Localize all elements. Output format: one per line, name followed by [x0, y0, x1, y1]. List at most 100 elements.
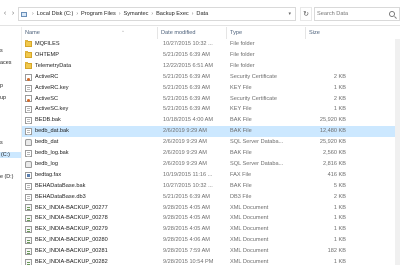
file-size: 1 KB: [333, 106, 346, 113]
chevron-right-icon[interactable]: ›: [119, 11, 121, 17]
file-row[interactable]: BEX_INDIA-BACKUP_00281 9/28/2015 7:59 AM X…: [22, 246, 400, 257]
chevron-right-icon[interactable]: ›: [151, 11, 153, 17]
file-date: 9/28/2015 4:06 AM: [163, 237, 210, 244]
chevron-right-icon[interactable]: ›: [32, 11, 34, 17]
breadcrumb-data[interactable]: Data: [196, 11, 208, 17]
column-name-header[interactable]: Name ^: [22, 27, 158, 39]
file-row[interactable]: MQFILES 10/27/2015 10:32 ... File folder: [22, 39, 400, 50]
file-size: 1 KB: [333, 84, 346, 91]
file-row[interactable]: BEX_INDIA-BACKUP_00279 9/28/2015 4:05 AM X…: [22, 224, 400, 235]
file-date: 10/19/2015 11:16 ...: [163, 171, 213, 178]
file-name-cell: BEX_INDIA-BACKUP_00278: [25, 213, 151, 224]
column-date-header[interactable]: Date modified: [158, 27, 227, 39]
breadcrumb-local-disk[interactable]: Local Disk (C:): [37, 11, 74, 17]
file-name: ActiveSC: [35, 95, 59, 102]
chevron-right-icon[interactable]: ›: [192, 11, 194, 17]
search-icon[interactable]: [389, 11, 395, 17]
file-type: SQL Server Databa...: [230, 160, 284, 167]
file-row[interactable]: TelemetryData 12/22/2015 6:51 AM File fold…: [22, 61, 400, 72]
column-type-header[interactable]: Type: [227, 27, 306, 39]
file-type: BAK File: [230, 150, 252, 156]
file-date: 2/6/2019 9:29 AM: [163, 139, 207, 146]
file-row[interactable]: ActiveSC 5/21/2015 6:39 AM Security Certif…: [22, 94, 400, 105]
file-name: BEX_INDIA-BACKUP_00280: [35, 237, 108, 244]
file-date: 2/6/2019 9:29 AM: [163, 160, 207, 167]
file-name: ActiveRC: [35, 73, 59, 80]
file-row[interactable]: ActiveRC 5/21/2015 6:39 AM Security Certif…: [22, 72, 400, 83]
db-icon: [25, 160, 32, 168]
file-date: 5/21/2015 6:39 AM: [163, 106, 210, 113]
file-row[interactable]: bedb_dat.bak 2/6/2019 9:29 AM BAK File 12,4…: [22, 126, 400, 138]
file-date: 9/28/2015 4:05 AM: [163, 204, 210, 211]
file-row[interactable]: BEX_INDIA-BACKUP_00278 9/28/2015 4:05 AM X…: [22, 213, 400, 224]
file-date: 10/27/2015 10:32 ...: [163, 182, 213, 189]
file-name-cell: BEDB.bak: [25, 115, 151, 126]
xml-icon: [25, 226, 32, 234]
file-size: [309, 61, 346, 72]
file-size: [309, 50, 346, 61]
sort-arrow-icon: ^: [122, 29, 124, 34]
file-date: 9/28/2015 7:59 AM: [163, 248, 210, 255]
file-size: 25,920 KB: [319, 139, 346, 146]
file-row[interactable]: BEHADataBase.db3 5/21/2015 6:39 AM DB3 Fil…: [22, 192, 400, 203]
nav-item-local-disk[interactable]: (C:): [0, 152, 21, 158]
file-date: 5/21/2015 6:39 AM: [163, 51, 210, 58]
nav-item[interactable]: s: [0, 48, 3, 54]
file-type: Security Certificate: [230, 95, 277, 102]
file-size: 2 KB: [333, 193, 346, 200]
vertical-scrollbar[interactable]: [395, 39, 400, 265]
file-type: BAK File: [230, 117, 252, 124]
file-size: 2,816 KB: [322, 160, 346, 167]
file-row[interactable]: ActiveRC.key 5/21/2015 6:39 AM KEY File 1 K…: [22, 83, 400, 94]
file-name-cell: ActiveRC: [25, 72, 151, 83]
file-size: 1 KB: [333, 204, 346, 211]
nav-item[interactable]: p: [0, 83, 3, 89]
file-row[interactable]: BEX_INDIA-BACKUP_00280 9/28/2015 4:06 AM X…: [22, 235, 400, 246]
column-header: Name ^ Date modified Type Size: [22, 27, 400, 39]
column-size-header[interactable]: Size: [306, 27, 348, 39]
nav-item[interactable]: up: [0, 95, 6, 101]
nav-item[interactable]: s: [0, 140, 3, 146]
file-row[interactable]: BEX_INDIA-BACKUP_00277 9/28/2015 4:05 AM X…: [22, 203, 400, 214]
file-name: bedb_dat: [35, 139, 59, 146]
file-size: 1 KB: [333, 226, 346, 233]
file-date: 5/21/2015 6:39 AM: [163, 95, 210, 102]
file-name-cell: bedtag.fax: [25, 170, 151, 181]
file-type: SQL Server Databa...: [230, 139, 284, 146]
file-type: XML Document: [230, 248, 269, 255]
file-name: BEHADataBase.db3: [35, 193, 86, 200]
file-row[interactable]: bedb_log 2/6/2019 9:29 AM SQL Server Datab…: [22, 159, 400, 170]
nav-item[interactable]: aces: [0, 60, 11, 66]
breadcrumb-program-files[interactable]: Program Files: [81, 11, 116, 17]
doc-icon: [25, 84, 32, 92]
file-row[interactable]: BEDB.bak 10/18/2015 4:00 AM BAK File 25,920…: [22, 115, 400, 126]
breadcrumb-symantec[interactable]: Symantec: [124, 11, 149, 17]
breadcrumb[interactable]: › Local Disk (C:) › Program Files › Syma…: [18, 7, 296, 21]
file-date: 5/21/2015 6:39 AM: [163, 73, 210, 80]
file-row[interactable]: bedb_log.bak 2/6/2019 9:29 AM BAK File 2,56…: [22, 148, 400, 159]
file-row[interactable]: BEX_INDIA-BACKUP_00282 9/28/2015 10:54 PM…: [22, 257, 400, 265]
file-row[interactable]: ActiveSC.key 5/21/2015 6:39 AM KEY File 1 K…: [22, 104, 400, 115]
file-name-cell: ActiveRC.key: [25, 83, 151, 94]
file-row[interactable]: OHTEMP 5/21/2015 6:39 AM File folder: [22, 50, 400, 61]
file-name-cell: ActiveSC.key: [25, 104, 151, 115]
file-name: BEX_INDIA-BACKUP_00281: [35, 248, 108, 255]
file-row[interactable]: bedb_dat 2/6/2019 9:29 AM SQL Server Datab…: [22, 137, 400, 148]
file-name: bedb_dat.bak: [35, 128, 69, 135]
file-name-cell: BEHADataBase.bak: [25, 181, 151, 192]
file-row[interactable]: BEHADataBase.bak 10/27/2015 10:32 ... BAK …: [22, 181, 400, 192]
file-name-cell: bedb_log.bak: [25, 148, 151, 159]
file-row[interactable]: bedtag.fax 10/19/2015 11:16 ... FAX File 41…: [22, 170, 400, 181]
refresh-icon[interactable]: ↻: [300, 7, 312, 21]
xml-icon: [25, 237, 32, 245]
chevron-down-icon[interactable]: ▾: [288, 11, 291, 17]
db-icon: [25, 139, 32, 147]
xml-icon: [25, 204, 32, 212]
file-name: BEHADataBase.bak: [35, 182, 86, 189]
nav-item[interactable]: e (D:): [0, 174, 13, 180]
chevron-right-icon[interactable]: ›: [76, 11, 78, 17]
breadcrumb-backup-exec[interactable]: Backup Exec: [156, 11, 189, 17]
forward-arrow-icon[interactable]: ›: [8, 9, 18, 18]
search-input[interactable]: [317, 11, 387, 17]
search-box[interactable]: [314, 7, 400, 21]
